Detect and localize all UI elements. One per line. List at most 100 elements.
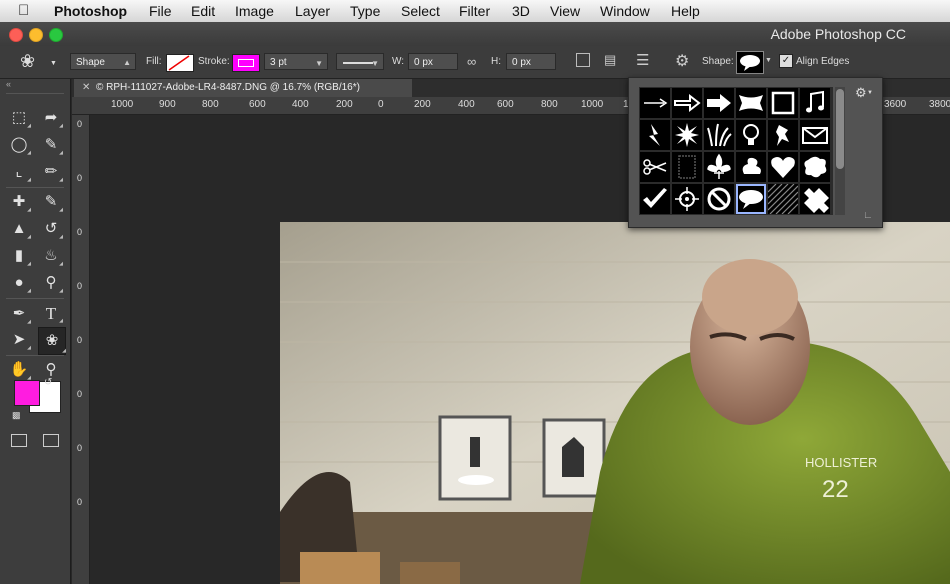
shape-swatch[interactable] [704, 88, 734, 118]
move-tool[interactable]: ➦ ◢ [40, 107, 63, 129]
stroke-label: Stroke: [198, 56, 230, 67]
collapse-toolbox-icon[interactable]: « [6, 79, 11, 89]
shape-swatch[interactable] [768, 88, 798, 118]
path-select-tool[interactable]: ➤ ◢ [8, 329, 31, 351]
shape-swatch[interactable] [704, 152, 734, 182]
bucket-icon: ♨ [44, 247, 58, 264]
shape-swatch[interactable] [704, 120, 734, 150]
quick-mask-icon[interactable] [11, 434, 27, 447]
shape-swatch[interactable] [768, 184, 798, 214]
dodge-tool[interactable]: ⚲ ◢ [40, 272, 64, 294]
picker-gear-icon[interactable]: ⚙ [855, 85, 867, 101]
fill-swatch[interactable] [166, 54, 194, 72]
window-title: Adobe Photoshop CC [770, 26, 906, 42]
stroke-width-field[interactable]: 3 pt ▼ [264, 53, 328, 70]
window-title-bar: Adobe Photoshop CC [0, 22, 950, 46]
shape-swatch[interactable] [736, 120, 766, 150]
menu-edit[interactable]: Edit [191, 2, 215, 20]
link-icon[interactable]: ∞ [467, 54, 476, 69]
default-colors-icon[interactable]: ▩ [12, 410, 21, 421]
brush-tool[interactable]: ✎ ◢ [40, 191, 63, 213]
custom-shape-tool[interactable]: ❀ ◢ [38, 327, 66, 355]
tool-preset-picker[interactable]: ❀ ▼ [20, 51, 57, 73]
banner-icon [739, 95, 763, 111]
ruler-label: 0 [77, 443, 83, 453]
lasso-tool[interactable]: ◯ ◢ [8, 134, 31, 156]
path-arrangement-icon[interactable]: ☰ [636, 51, 649, 69]
menu-file[interactable]: File [149, 2, 172, 20]
screen-mode-icon[interactable] [43, 434, 59, 447]
bucket-tool[interactable]: ♨ ◢ [40, 245, 63, 267]
shape-swatch[interactable] [768, 120, 798, 150]
close-button[interactable] [9, 28, 23, 42]
shape-preview-button[interactable] [736, 51, 764, 74]
chevron-down-icon[interactable]: ▼ [765, 57, 772, 64]
menu-3d[interactable]: 3D [512, 2, 530, 20]
shape-swatch[interactable] [672, 120, 702, 150]
document-tab[interactable]: ✕ © RPH-111027-Adobe-LR4-8487.DNG @ 16.7… [74, 79, 412, 97]
resize-grip-icon[interactable]: ∟ [863, 210, 873, 221]
shape-swatch[interactable] [672, 152, 702, 182]
menu-type[interactable]: Type [350, 2, 380, 20]
stamp-icon: ▲ [11, 220, 27, 237]
tool-mode-select[interactable]: Shape ▲ [70, 53, 136, 70]
swap-colors-icon[interactable]: ↺ [44, 377, 52, 388]
menu-help[interactable]: Help [671, 2, 700, 20]
shape-swatch[interactable] [704, 184, 734, 214]
ruler-origin[interactable] [72, 97, 90, 115]
healing-tool[interactable]: ✚ ◢ [8, 191, 31, 213]
hand-tool[interactable]: ✋ ◢ [8, 359, 31, 381]
shape-swatch[interactable] [672, 184, 702, 214]
height-field[interactable]: 0 px [506, 53, 556, 70]
quick-select-tool[interactable]: ✎ ◢ [40, 134, 63, 156]
eyedropper-tool[interactable]: ✏ ◢ [40, 161, 63, 183]
picker-scroll-thumb[interactable] [836, 89, 844, 169]
stamp-tool[interactable]: ▲ ◢ [8, 218, 31, 240]
history-brush-tool[interactable]: ↺ ◢ [40, 218, 63, 240]
shape-swatch[interactable] [800, 120, 830, 150]
eraser-tool[interactable]: ▮ ◢ [8, 245, 31, 267]
marquee-tool[interactable]: ⬚ ◢ [8, 107, 31, 129]
width-field[interactable]: 0 px [408, 53, 458, 70]
minimize-button[interactable] [29, 28, 43, 42]
menu-image[interactable]: Image [235, 2, 274, 20]
menu-select[interactable]: Select [401, 2, 440, 20]
picker-scrollbar[interactable] [835, 87, 845, 215]
menu-app-name[interactable]: Photoshop [54, 2, 127, 20]
shape-swatch[interactable] [672, 88, 702, 118]
shape-swatch[interactable] [800, 184, 830, 214]
apple-icon[interactable]:  [18, 2, 29, 20]
close-tab-icon[interactable]: ✕ [82, 79, 90, 97]
menu-layer[interactable]: Layer [295, 2, 330, 20]
shape-swatch[interactable] [800, 88, 830, 118]
document-photo[interactable]: HOLLISTER 22 [280, 222, 950, 584]
zoom-button[interactable] [49, 28, 63, 42]
ruler-label: 0 [77, 335, 83, 345]
shape-swatch[interactable] [800, 152, 830, 182]
pen-tool[interactable]: ✒ ◢ [8, 303, 31, 325]
gear-icon[interactable]: ⚙ [675, 51, 689, 71]
menu-view[interactable]: View [550, 2, 580, 20]
shape-swatch[interactable] [640, 120, 670, 150]
blur-tool[interactable]: ● ◢ [8, 272, 31, 294]
shape-swatch[interactable] [640, 184, 670, 214]
crop-tool[interactable]: ⌞ ◢ [8, 161, 31, 183]
stroke-type-select[interactable]: ▼ [336, 53, 384, 70]
height-label: H: [491, 56, 501, 67]
path-operations-icon[interactable] [576, 53, 590, 67]
ruler-vertical[interactable]: 0 0 0 0 0 0 0 0 [72, 115, 90, 584]
menu-window[interactable]: Window [600, 2, 650, 20]
stroke-swatch[interactable] [232, 54, 260, 72]
shape-swatch[interactable] [736, 88, 766, 118]
menu-filter[interactable]: Filter [459, 2, 490, 20]
path-alignment-icon[interactable]: ▤ [604, 52, 616, 68]
shape-swatch[interactable] [640, 88, 670, 118]
type-tool[interactable]: T ◢ [40, 303, 63, 325]
shape-swatch[interactable] [768, 152, 798, 182]
chevron-down-icon[interactable]: ▼ [867, 90, 873, 96]
shape-swatch[interactable] [640, 152, 670, 182]
align-edges-checkbox[interactable]: ✓ [779, 54, 793, 68]
shape-swatch[interactable] [736, 152, 766, 182]
shape-swatch[interactable] [736, 184, 766, 214]
foreground-color-swatch[interactable] [14, 380, 40, 406]
